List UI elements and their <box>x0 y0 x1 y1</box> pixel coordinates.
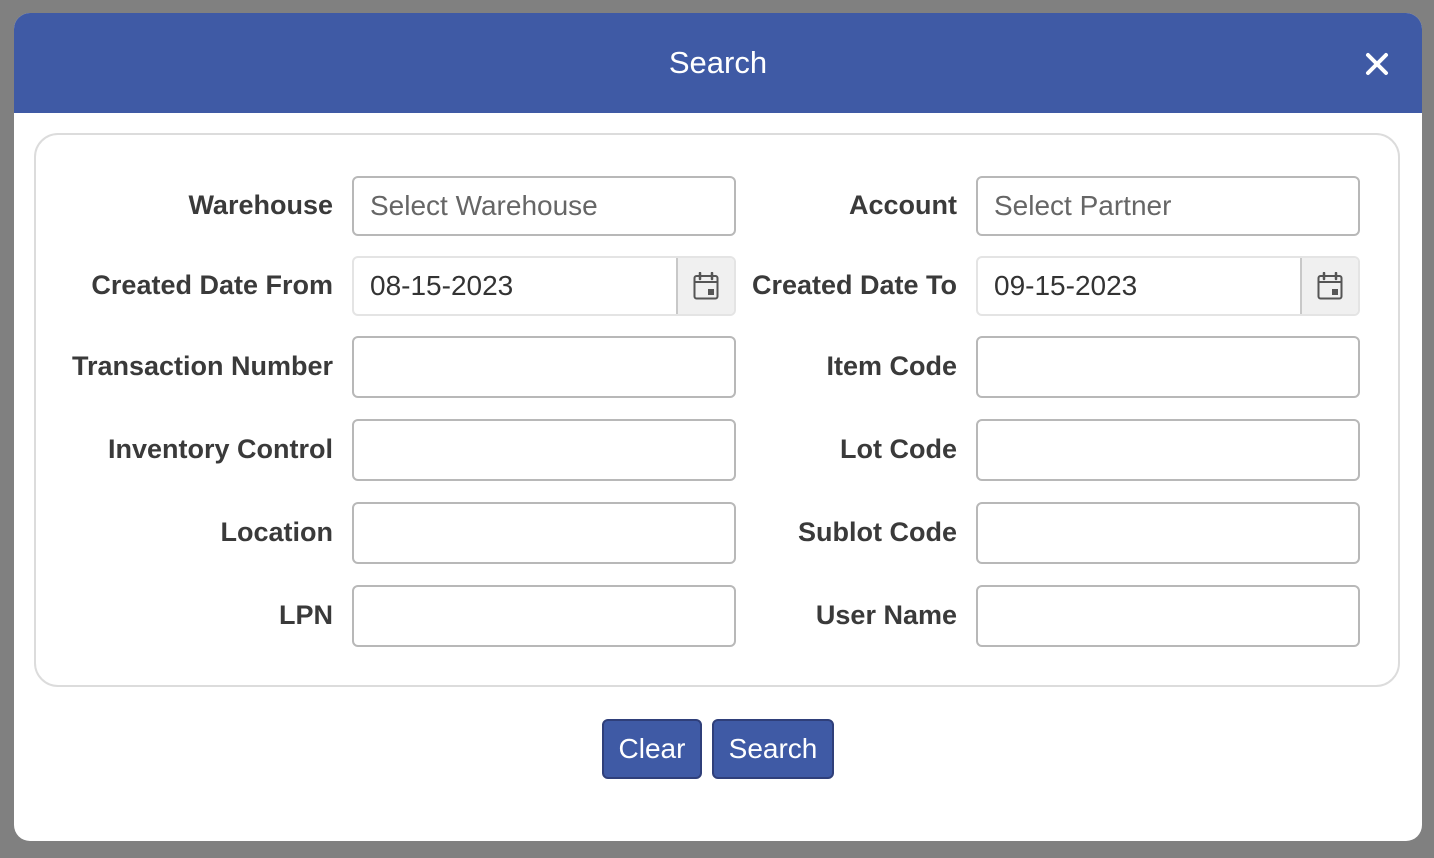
search-form: Warehouse Account Created Date From Crea… <box>34 133 1400 687</box>
created-date-to-input[interactable] <box>978 258 1304 314</box>
user-name-input[interactable] <box>976 585 1360 647</box>
transaction-number-label: Transaction Number <box>71 351 333 381</box>
lot-code-input[interactable] <box>976 419 1360 481</box>
clear-button[interactable]: Clear <box>602 719 702 779</box>
sublot-code-input[interactable] <box>976 502 1360 564</box>
inventory-control-label: Inventory Control <box>107 434 333 464</box>
close-button[interactable] <box>1362 49 1392 79</box>
account-select[interactable] <box>976 176 1360 236</box>
created-date-to-group <box>976 256 1360 316</box>
sublot-code-label: Sublot Code <box>798 517 957 547</box>
item-code-input[interactable] <box>976 336 1360 398</box>
warehouse-label: Warehouse <box>188 190 333 220</box>
dialog-actions: Clear Search <box>14 719 1422 779</box>
created-date-to-label: Created Date To <box>751 270 957 300</box>
lpn-label: LPN <box>279 600 333 630</box>
created-date-to-calendar-button[interactable] <box>1300 258 1358 314</box>
search-button[interactable]: Search <box>712 719 834 779</box>
account-label: Account <box>849 190 957 220</box>
lot-code-label: Lot Code <box>840 434 957 464</box>
location-label: Location <box>220 517 334 547</box>
search-dialog: Search Warehouse Account Created Date Fr… <box>14 13 1422 841</box>
dialog-title: Search <box>668 45 768 80</box>
dialog-header: Search <box>14 13 1422 113</box>
close-icon <box>1366 53 1388 75</box>
created-date-from-label: Created Date From <box>91 270 333 300</box>
calendar-icon <box>1317 272 1343 300</box>
user-name-label: User Name <box>815 600 957 630</box>
created-date-from-input[interactable] <box>354 258 680 314</box>
item-code-label: Item Code <box>826 351 957 381</box>
